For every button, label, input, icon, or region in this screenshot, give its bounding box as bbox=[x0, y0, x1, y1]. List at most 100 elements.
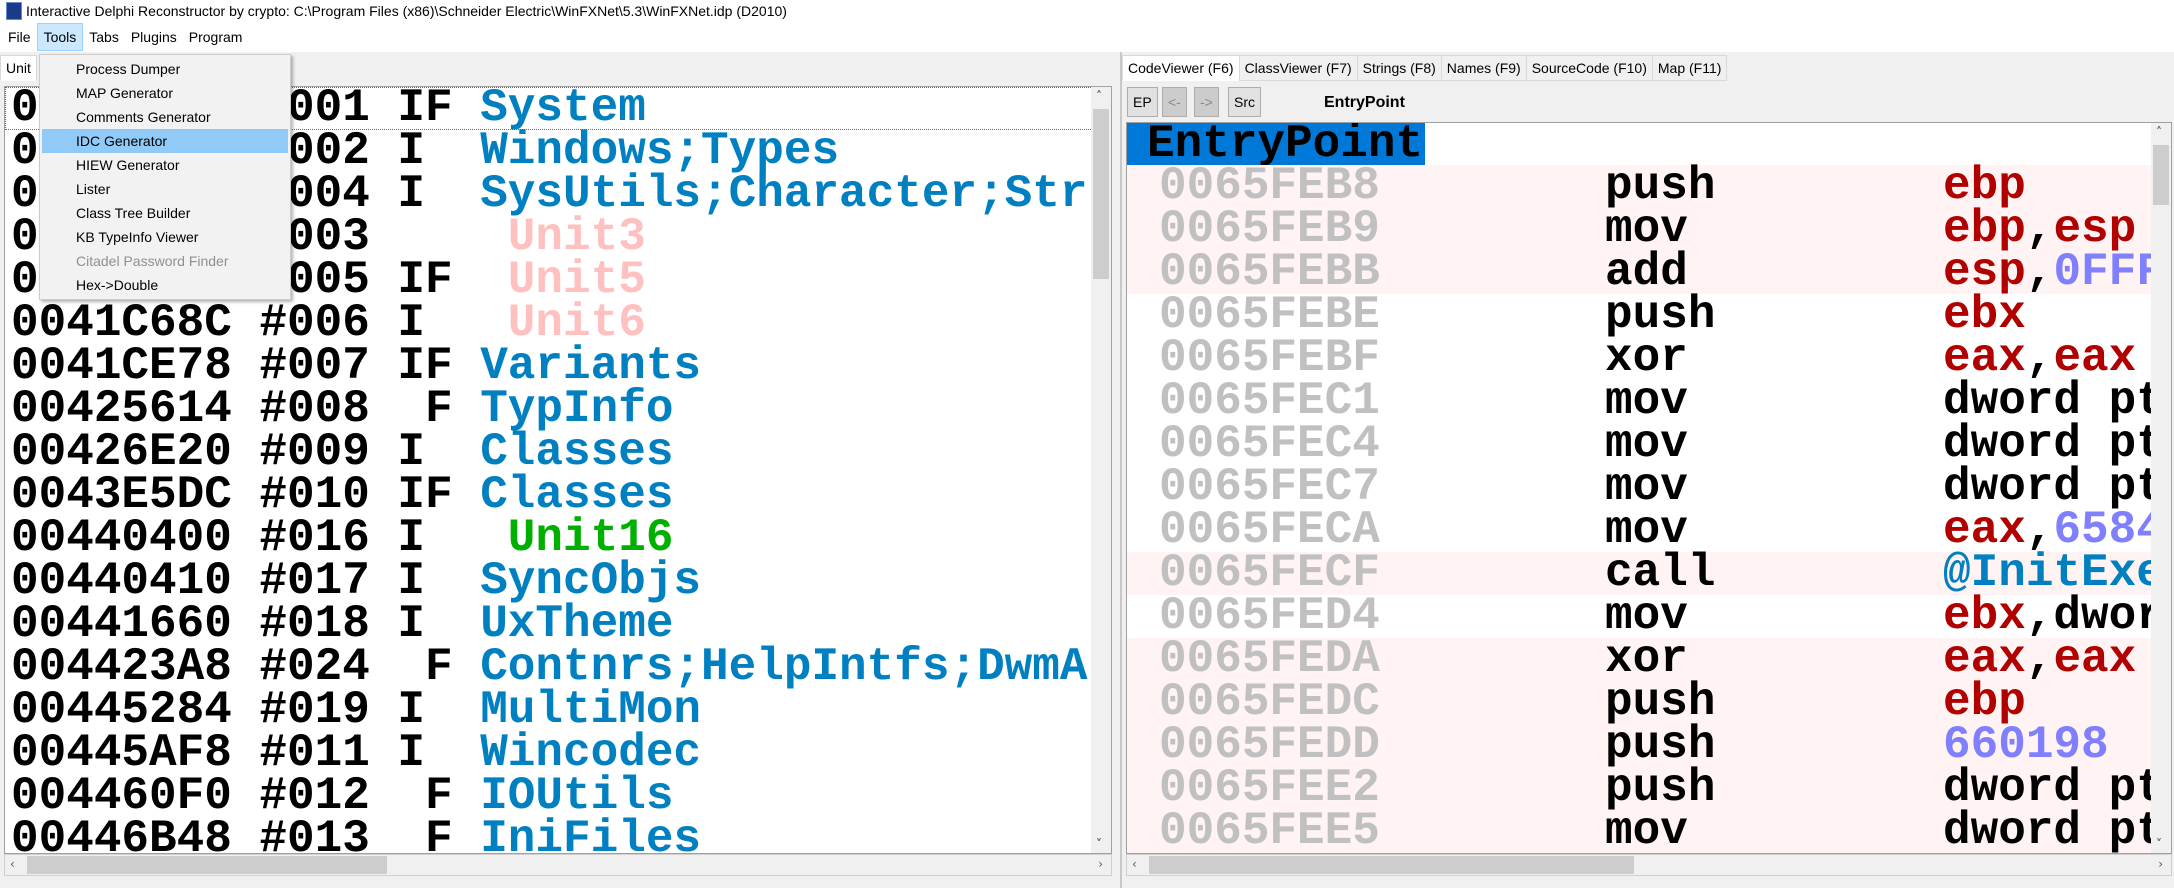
unit-address: 0 bbox=[11, 125, 39, 177]
menu-item-comments-generator[interactable]: Comments Generator bbox=[42, 105, 288, 129]
unit-row[interactable]: 00425614 #008 F TypInfo bbox=[5, 386, 1111, 432]
menu-item-hex-double[interactable]: Hex->Double bbox=[42, 273, 288, 297]
operand-txt: , bbox=[2025, 633, 2054, 685]
tab-sourcecode[interactable]: SourceCode (F10) bbox=[1525, 55, 1653, 81]
scrollbar-thumb[interactable] bbox=[1093, 109, 1109, 279]
unit-flags: I bbox=[397, 168, 425, 220]
code-line[interactable]: 0065FEBB add esp,0FFF bbox=[1127, 246, 2171, 298]
unit-address: 0 bbox=[11, 254, 39, 306]
unit-address: 0041C68C bbox=[11, 297, 232, 349]
unit-row[interactable]: 004423A8 #024 F Contnrs;HelpIntfs;DwmA bbox=[5, 641, 1111, 693]
source-button[interactable]: Src bbox=[1228, 87, 1261, 117]
units-horizontal-scrollbar[interactable]: ‹ › bbox=[4, 854, 1112, 876]
code-mnemonic: push bbox=[1605, 160, 1716, 212]
unit-row[interactable]: 0041CE78 #007 IF Variants bbox=[5, 340, 1111, 392]
code-line[interactable]: 0065FED4 mov ebx,dwor bbox=[1127, 593, 2171, 639]
code-line[interactable]: 0065FEBF xor eax,eax bbox=[1127, 335, 2171, 381]
code-line[interactable]: 0065FECA mov eax,6584 bbox=[1127, 507, 2171, 553]
code-line[interactable]: 0065FECF call @InitExe bbox=[1127, 550, 2171, 596]
code-mnemonic: add bbox=[1605, 246, 1688, 298]
code-line[interactable]: 0065FEC7 mov dword pt bbox=[1127, 464, 2171, 510]
scroll-down-icon[interactable]: ˅ bbox=[1096, 837, 1102, 851]
menu-program[interactable]: Program bbox=[183, 24, 249, 50]
menu-item-process-dumper[interactable]: Process Dumper bbox=[42, 57, 288, 81]
unit-number: #011 bbox=[259, 727, 370, 779]
entry-point-button[interactable]: EP bbox=[1127, 87, 1158, 117]
code-operands: dword pt bbox=[1943, 464, 2164, 510]
unit-address: 0 bbox=[11, 211, 39, 263]
unit-row[interactable]: 00445AF8 #011 I Wincodec bbox=[5, 727, 1111, 779]
menu-file[interactable]: File bbox=[2, 24, 37, 50]
code-line[interactable]: 0065FEC4 mov dword pt bbox=[1127, 418, 2171, 470]
code-mnemonic: mov bbox=[1605, 418, 1688, 470]
menu-item-hiew-generator[interactable]: HIEW Generator bbox=[42, 153, 288, 177]
code-line[interactable]: 0065FEDD push 660198 bbox=[1127, 722, 2171, 768]
menu-item-class-tree-builder[interactable]: Class Tree Builder bbox=[42, 201, 288, 225]
unit-row[interactable]: 00445284 #019 I MultiMon bbox=[5, 684, 1111, 736]
scrollbar-thumb[interactable] bbox=[2153, 145, 2169, 205]
menu-item-citadel-password-finder[interactable]: Citadel Password Finder bbox=[42, 249, 288, 273]
menu-item-lister[interactable]: Lister bbox=[42, 177, 288, 201]
code-address: 0065FEE5 bbox=[1159, 805, 1380, 854]
unit-row[interactable]: 00440400 #016 I Unit16 bbox=[5, 515, 1111, 561]
tab-classviewer[interactable]: ClassViewer (F7) bbox=[1238, 55, 1358, 81]
forward-button[interactable]: -> bbox=[1194, 87, 1219, 117]
unit-name: Wincodec bbox=[480, 727, 702, 779]
unit-row[interactable]: 0043E5DC #010 IF Classes bbox=[5, 472, 1111, 518]
scroll-up-icon[interactable]: ˄ bbox=[2156, 125, 2162, 139]
units-vertical-scrollbar[interactable]: ˄ ˅ bbox=[1091, 87, 1111, 853]
menu-item-map-generator[interactable]: MAP Generator bbox=[42, 81, 288, 105]
code-line[interactable]: 0065FEDA xor eax,eax bbox=[1127, 633, 2171, 685]
unit-name: UxTheme bbox=[480, 598, 674, 650]
unit-number: #013 bbox=[259, 813, 370, 854]
unit-row[interactable]: 0041C68C #006 I Unit6 bbox=[5, 297, 1111, 349]
code-line[interactable]: 0065FEDC push ebp bbox=[1127, 676, 2171, 728]
code-mnemonic: push bbox=[1605, 676, 1716, 728]
unit-row[interactable]: 004460F0 #012 F IOUtils bbox=[5, 773, 1111, 819]
menu-item-kb-typeinfo-viewer[interactable]: KB TypeInfo Viewer bbox=[42, 225, 288, 249]
menu-item-idc-generator[interactable]: IDC Generator bbox=[42, 129, 288, 153]
tab-codeviewer[interactable]: CodeViewer (F6) bbox=[1122, 55, 1240, 81]
unit-address: 00446B48 bbox=[11, 813, 232, 854]
tab-strings[interactable]: Strings (F8) bbox=[1356, 55, 1442, 81]
code-line[interactable]: 0065FEB8 push ebp bbox=[1127, 160, 2171, 212]
scroll-down-icon[interactable]: ˅ bbox=[2156, 837, 2162, 851]
unit-flags: I bbox=[397, 125, 425, 177]
code-line[interactable]: 0065FEE2 push dword pt bbox=[1127, 762, 2171, 814]
scroll-left-icon[interactable]: ‹ bbox=[1132, 857, 1137, 871]
unit-row[interactable]: 00441660 #018 I UxTheme bbox=[5, 598, 1111, 650]
code-line[interactable]: 0065FEBE push ebx bbox=[1127, 292, 2171, 338]
code-vertical-scrollbar[interactable]: ˄ ˅ bbox=[2151, 123, 2171, 853]
code-line[interactable]: 0065FEE5 mov dword pt bbox=[1127, 805, 2171, 854]
scrollbar-thumb[interactable] bbox=[27, 856, 387, 874]
unit-row[interactable]: 00426E20 #009 I Classes bbox=[5, 429, 1111, 475]
scroll-up-icon[interactable]: ˄ bbox=[1096, 89, 1102, 103]
tab-map[interactable]: Map (F11) bbox=[1651, 55, 1728, 81]
scroll-right-icon[interactable]: › bbox=[1098, 857, 1103, 871]
unit-address: 004423A8 bbox=[11, 641, 232, 693]
menu-tabs[interactable]: Tabs bbox=[83, 24, 125, 50]
menu-plugins[interactable]: Plugins bbox=[125, 24, 183, 50]
code-address: 0065FEE2 bbox=[1159, 762, 1380, 814]
tab-names[interactable]: Names (F9) bbox=[1440, 55, 1527, 81]
menu-tools[interactable]: Tools bbox=[36, 23, 84, 51]
code-line[interactable]: 0065FEC1 mov dword pt bbox=[1127, 378, 2171, 424]
unit-flags: I bbox=[397, 684, 425, 736]
unit-row[interactable]: 00446B48 #013 F IniFiles bbox=[5, 813, 1111, 854]
code-horizontal-scrollbar[interactable]: ‹ › bbox=[1126, 854, 2172, 876]
tab-units[interactable]: Unit bbox=[0, 55, 37, 81]
unit-name: Variants bbox=[480, 340, 702, 392]
back-button[interactable]: <- bbox=[1162, 87, 1187, 117]
title-bar: Interactive Delphi Reconstructor by cryp… bbox=[0, 0, 2174, 22]
code-viewer[interactable]: EntryPoint 0065FEB8 push ebp 0065FEB9 mov ebp… bbox=[1126, 122, 2172, 854]
operand-reg: eax bbox=[2053, 633, 2137, 685]
scrollbar-thumb[interactable] bbox=[1149, 856, 1634, 874]
code-mnemonic: xor bbox=[1605, 633, 1688, 685]
scroll-right-icon[interactable]: › bbox=[2158, 857, 2163, 871]
procedure-header[interactable]: EntryPoint bbox=[1127, 123, 1426, 167]
code-line[interactable]: 0065FEB9 mov ebp,esp bbox=[1127, 206, 2171, 252]
unit-name: Contnrs;HelpIntfs;DwmA bbox=[480, 641, 1088, 693]
unit-row[interactable]: 00440410 #017 I SyncObjs bbox=[5, 558, 1111, 604]
scroll-left-icon[interactable]: ‹ bbox=[10, 857, 15, 871]
code-address: 0065FEBB bbox=[1159, 246, 1380, 298]
